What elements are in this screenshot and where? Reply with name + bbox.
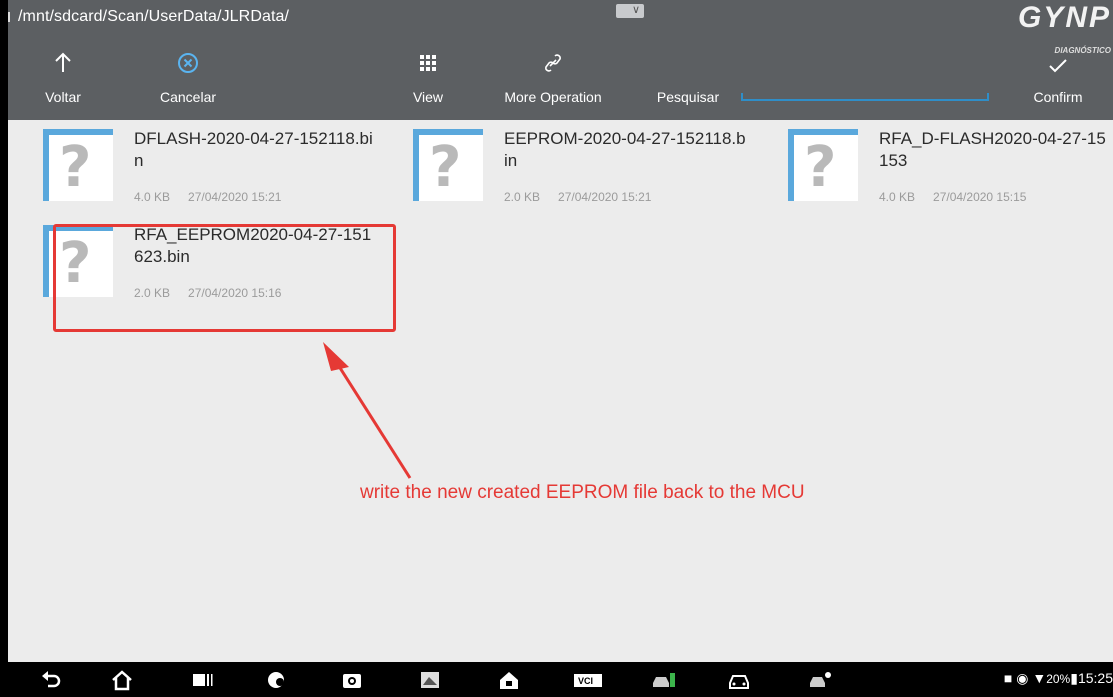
file-name: EEPROM-2020-04-27-152118.bin bbox=[504, 129, 746, 170]
view-button[interactable]: View bbox=[408, 37, 448, 120]
grid-view-icon bbox=[420, 55, 436, 71]
car-icon[interactable] bbox=[728, 669, 750, 691]
search-input[interactable] bbox=[741, 93, 989, 101]
confirm-label: Confirm bbox=[1033, 89, 1083, 105]
more-operation-label: More Operation bbox=[504, 89, 602, 105]
search-label: Pesquisar bbox=[656, 89, 720, 105]
file-grid: ? DFLASH-2020-04-27-152118.bin 4.0 KB 27/… bbox=[8, 120, 1113, 662]
back-button[interactable]: Voltar bbox=[38, 37, 88, 120]
file-size: 4.0 KB bbox=[879, 190, 916, 204]
alarm-icon: ◉ bbox=[1016, 670, 1029, 686]
brand-logo: GYNP bbox=[1013, 0, 1113, 37]
checkmark-icon bbox=[1049, 59, 1067, 73]
svg-text:VCI: VCI bbox=[578, 676, 593, 686]
cancel-label: Cancelar bbox=[159, 89, 217, 105]
toolbar: DIAGNÓSTICO Voltar Cancelar View More Op… bbox=[8, 37, 1113, 120]
cancel-circle-icon bbox=[178, 53, 198, 73]
file-date: 27/04/2020 15:21 bbox=[558, 190, 652, 204]
menu-handle-icon bbox=[8, 12, 15, 22]
system-nav-bar: VCI ■ ◉ ▼20%▮15:25 bbox=[8, 662, 1113, 697]
annotation-text: write the new created EEPROM file back t… bbox=[360, 482, 805, 503]
file-name: RFA_D-FLASH2020-04-27-15153 bbox=[879, 129, 1106, 170]
car-service-icon[interactable] bbox=[808, 669, 834, 691]
unknown-file-icon: ? bbox=[788, 129, 858, 201]
back-nav-icon[interactable] bbox=[40, 669, 62, 691]
file-item[interactable]: ? RFA_D-FLASH2020-04-27-15153 4.0 KB 27/0… bbox=[753, 120, 1113, 210]
file-size: 2.0 KB bbox=[504, 190, 541, 204]
battery-icon: ▮ bbox=[1070, 670, 1078, 686]
car-diagnostic-icon[interactable] bbox=[651, 669, 677, 691]
file-date: 27/04/2020 15:15 bbox=[933, 190, 1027, 204]
refresh-icon[interactable] bbox=[266, 669, 288, 691]
file-meta: 2.0 KB 27/04/2020 15:21 bbox=[504, 190, 651, 204]
battery-level: 20% bbox=[1046, 672, 1071, 686]
current-path: /mnt/sdcard/Scan/UserData/JLRData/ bbox=[18, 8, 290, 25]
wifi-icon: ▼ bbox=[1032, 670, 1047, 686]
file-meta: 4.0 KB 27/04/2020 15:15 bbox=[879, 190, 1026, 204]
chat-icon: ■ bbox=[1003, 670, 1013, 686]
arrow-up-icon bbox=[55, 52, 71, 72]
garage-home-icon[interactable] bbox=[498, 669, 520, 691]
search-label-area: Pesquisar bbox=[648, 37, 728, 120]
more-operation-button[interactable]: More Operation bbox=[488, 37, 618, 120]
annotation-arrow-icon bbox=[323, 342, 412, 479]
camera-icon[interactable] bbox=[341, 669, 363, 691]
vci-image-icon[interactable] bbox=[419, 669, 441, 691]
link-icon bbox=[545, 54, 561, 72]
recent-apps-icon[interactable] bbox=[191, 669, 213, 691]
confirm-button[interactable]: Confirm bbox=[1023, 37, 1093, 120]
view-label: View bbox=[412, 89, 444, 105]
clock: 15:25 bbox=[1077, 670, 1113, 686]
cancel-button[interactable]: Cancelar bbox=[148, 37, 228, 120]
pull-down-handle-icon[interactable] bbox=[616, 3, 644, 18]
home-icon[interactable] bbox=[111, 669, 133, 691]
status-area: ■ ◉ ▼20%▮15:25 bbox=[1004, 670, 1113, 687]
back-label: Voltar bbox=[45, 89, 81, 105]
app-window: /mnt/sdcard/Scan/UserData/JLRData/ GYNP … bbox=[8, 0, 1113, 697]
path-bar: /mnt/sdcard/Scan/UserData/JLRData/ GYNP bbox=[8, 0, 1113, 37]
vci-connector-icon[interactable]: VCI bbox=[573, 669, 603, 691]
brand-logo-text: GYNP bbox=[1017, 1, 1111, 34]
